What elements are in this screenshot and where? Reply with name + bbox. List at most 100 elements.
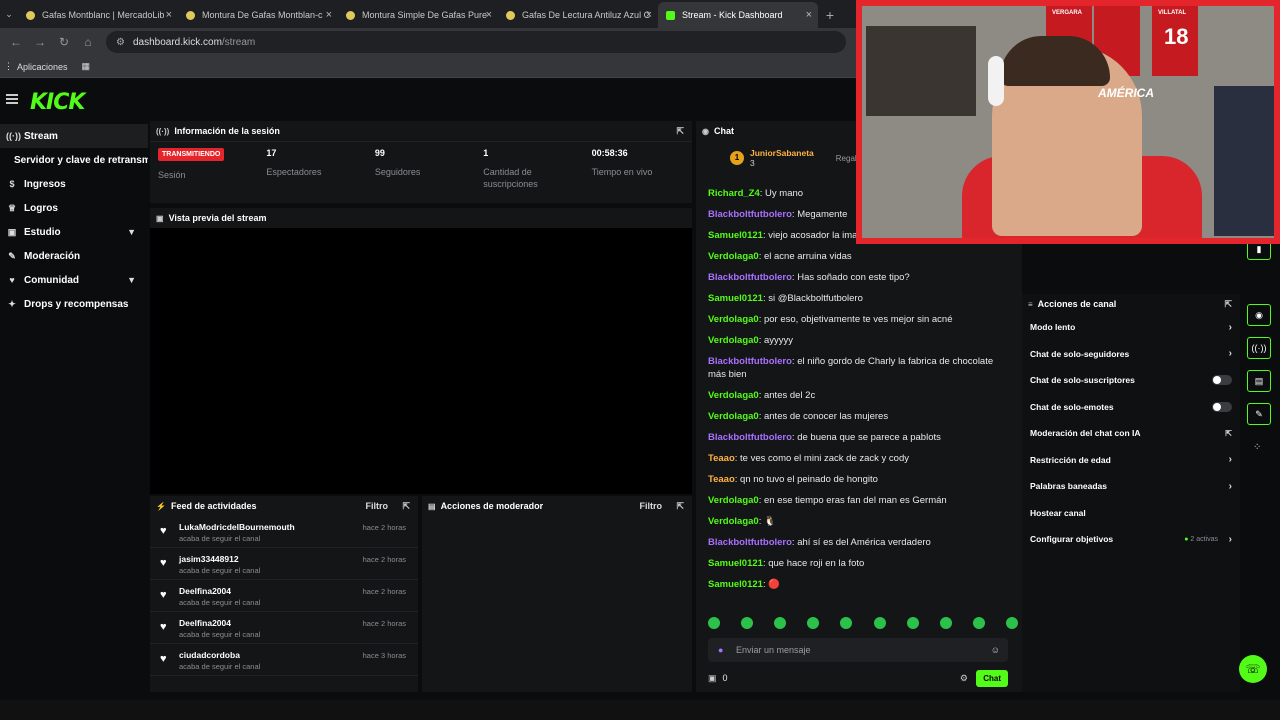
- chat-username[interactable]: Verdolaga0: [708, 335, 759, 346]
- community-icon: ♥: [9, 275, 15, 285]
- chat-username[interactable]: Verdolaga0: [708, 390, 759, 401]
- help-chat-button[interactable]: ☏: [1239, 655, 1267, 683]
- emote-icon[interactable]: [807, 617, 820, 629]
- tab-search-icon[interactable]: ⌄: [0, 0, 18, 28]
- chat-username[interactable]: Samuel0121: [708, 579, 763, 590]
- settings-gear-icon[interactable]: ⚙: [960, 673, 968, 684]
- emote-icon[interactable]: [840, 617, 853, 629]
- chat-username[interactable]: Samuel0121: [708, 230, 763, 241]
- sidebar-item-server-key[interactable]: Servidor y clave de retransm: [0, 148, 148, 172]
- sidebar-item-comunidad[interactable]: ♥ Comunidad ▼: [0, 268, 148, 292]
- popout-icon[interactable]: ⇱: [402, 501, 410, 512]
- chat-message-input[interactable]: ● Enviar un mensaje ☺: [708, 638, 1008, 662]
- chat-username[interactable]: Verdolaga0: [708, 314, 759, 325]
- action-ai-moderation[interactable]: Moderación del chat con IA ⇱: [1022, 420, 1240, 447]
- home-icon[interactable]: ⌂: [76, 35, 100, 49]
- close-icon[interactable]: ×: [166, 9, 172, 21]
- chat-username[interactable]: Blackboltfutbolero: [708, 272, 792, 283]
- url-field[interactable]: ⚙ dashboard.kick.com/stream: [106, 31, 846, 53]
- popout-icon[interactable]: ⇱: [1224, 299, 1232, 310]
- pinned-username[interactable]: JuniorSabaneta: [750, 148, 814, 158]
- filter-button[interactable]: Filtro: [366, 501, 389, 511]
- chat-username[interactable]: Verdolaga0: [708, 516, 759, 527]
- mic-icon[interactable]: ●: [718, 645, 723, 655]
- sidebar-item-stream[interactable]: ((·)) Stream: [0, 124, 148, 148]
- chat-text: te ves como el mini zack de zack y cody: [737, 453, 909, 464]
- action-age-restriction[interactable]: Restricción de edad ›: [1022, 447, 1240, 474]
- kick-logo[interactable]: KICK: [30, 90, 85, 115]
- chat-username[interactable]: Richard_Z4: [708, 188, 760, 199]
- emotes-only-toggle[interactable]: [1212, 401, 1232, 412]
- rail-chat-icon[interactable]: ◉: [1247, 304, 1271, 326]
- action-host-channel[interactable]: Hostear canal: [1022, 500, 1240, 527]
- sidebar-item-moderacion[interactable]: ✎ Moderación: [0, 244, 148, 268]
- emote-icon[interactable]: [1005, 617, 1018, 629]
- emote-icon[interactable]: [873, 617, 886, 629]
- menu-icon[interactable]: [6, 94, 18, 104]
- close-icon[interactable]: ×: [486, 9, 492, 21]
- back-arrow-icon[interactable]: ←: [4, 35, 28, 49]
- reload-icon[interactable]: ↻: [52, 35, 76, 49]
- close-icon[interactable]: ×: [326, 9, 332, 21]
- action-followers-only[interactable]: Chat de solo-seguidores ›: [1022, 341, 1240, 368]
- close-icon[interactable]: ×: [646, 9, 652, 21]
- browser-tab[interactable]: Montura Simple De Gafas Pure ×: [338, 2, 498, 28]
- browser-tab-active[interactable]: Stream - Kick Dashboard ×: [658, 2, 818, 28]
- popout-icon[interactable]: ⇱: [676, 126, 684, 137]
- chevron-down-icon[interactable]: ▼: [127, 227, 136, 237]
- feed-username[interactable]: LukaModricdelBournemouth: [179, 522, 295, 532]
- forward-arrow-icon[interactable]: →: [28, 35, 52, 49]
- subscribers-only-toggle[interactable]: [1212, 375, 1232, 386]
- send-chat-button[interactable]: Chat: [976, 669, 1008, 687]
- points-icon[interactable]: ▣: [708, 673, 717, 684]
- heart-icon: ♥: [160, 621, 167, 633]
- rail-layers-icon[interactable]: ▤: [1247, 370, 1271, 392]
- emoji-icon[interactable]: ☺: [991, 645, 1000, 655]
- emote-icon[interactable]: [906, 617, 919, 629]
- chat-username[interactable]: Blackboltfutbolero: [708, 209, 792, 220]
- chat-username[interactable]: Teaao: [708, 474, 735, 485]
- chat-username[interactable]: Verdolaga0: [708, 251, 759, 262]
- browser-tab[interactable]: Gafas De Lectura Antiluz Azul C ×: [498, 2, 658, 28]
- site-info-icon[interactable]: ⚙: [116, 37, 125, 48]
- rail-broadcast-icon[interactable]: ((·)): [1247, 337, 1271, 359]
- action-banned-words[interactable]: Palabras baneadas ›: [1022, 473, 1240, 500]
- emote-icon[interactable]: [708, 617, 720, 629]
- emote-icon[interactable]: [972, 617, 985, 629]
- feed-username[interactable]: ciudadcordoba: [179, 650, 260, 660]
- chat-username[interactable]: Samuel0121: [708, 558, 763, 569]
- chat-message-list[interactable]: Richard_Z4: Uy mano Blackboltfutbolero: M…: [696, 183, 1022, 608]
- rail-wrench-icon[interactable]: ✎: [1247, 403, 1271, 425]
- feed-username[interactable]: jasim33448912: [179, 554, 260, 564]
- chat-username[interactable]: Teaao: [708, 453, 735, 464]
- chevron-down-icon[interactable]: ▼: [127, 275, 136, 285]
- emote-icon[interactable]: [939, 617, 952, 629]
- sidebar-item-drops[interactable]: ✦ Drops y recompensas: [0, 292, 148, 316]
- browser-tab[interactable]: Gafas Montblanc | MercadoLib ×: [18, 2, 178, 28]
- stat-live-time: 00:58:36 Tiempo en vivo: [584, 142, 692, 199]
- chat-username[interactable]: Blackboltfutbolero: [708, 537, 792, 548]
- grid-icon[interactable]: ▦: [82, 61, 91, 72]
- sidebar-item-logros[interactable]: ♕ Logros: [0, 196, 148, 220]
- chat-username[interactable]: Verdolaga0: [708, 411, 759, 422]
- new-tab-button[interactable]: +: [818, 2, 842, 28]
- feed-item: ♥ Deelfina2004 acaba de seguir el canal hac…: [150, 580, 418, 612]
- feed-username[interactable]: Deelfina2004: [179, 618, 260, 628]
- sidebar-item-ingresos[interactable]: $ Ingresos: [0, 172, 148, 196]
- sidebar-item-estudio[interactable]: ▣ Estudio ▼: [0, 220, 148, 244]
- chat-username[interactable]: Samuel0121: [708, 293, 763, 304]
- browser-tab[interactable]: Montura De Gafas Montblan-c ×: [178, 2, 338, 28]
- popout-icon[interactable]: ⇱: [676, 501, 684, 512]
- action-slow-mode[interactable]: Modo lento ›: [1022, 314, 1240, 341]
- rail-add-widget-icon[interactable]: ⁘: [1253, 442, 1261, 453]
- chat-username[interactable]: Blackboltfutbolero: [708, 356, 792, 367]
- bookmark-apps[interactable]: Aplicaciones: [17, 62, 68, 72]
- chat-username[interactable]: Blackboltfutbolero: [708, 432, 792, 443]
- feed-username[interactable]: Deelfina2004: [179, 586, 260, 596]
- chat-username[interactable]: Verdolaga0: [708, 495, 759, 506]
- emote-icon[interactable]: [741, 617, 754, 629]
- filter-button[interactable]: Filtro: [640, 501, 663, 511]
- action-goals[interactable]: Configurar objetivos ● 2 activas ›: [1022, 526, 1240, 553]
- close-icon[interactable]: ×: [806, 9, 812, 21]
- emote-icon[interactable]: [774, 617, 787, 629]
